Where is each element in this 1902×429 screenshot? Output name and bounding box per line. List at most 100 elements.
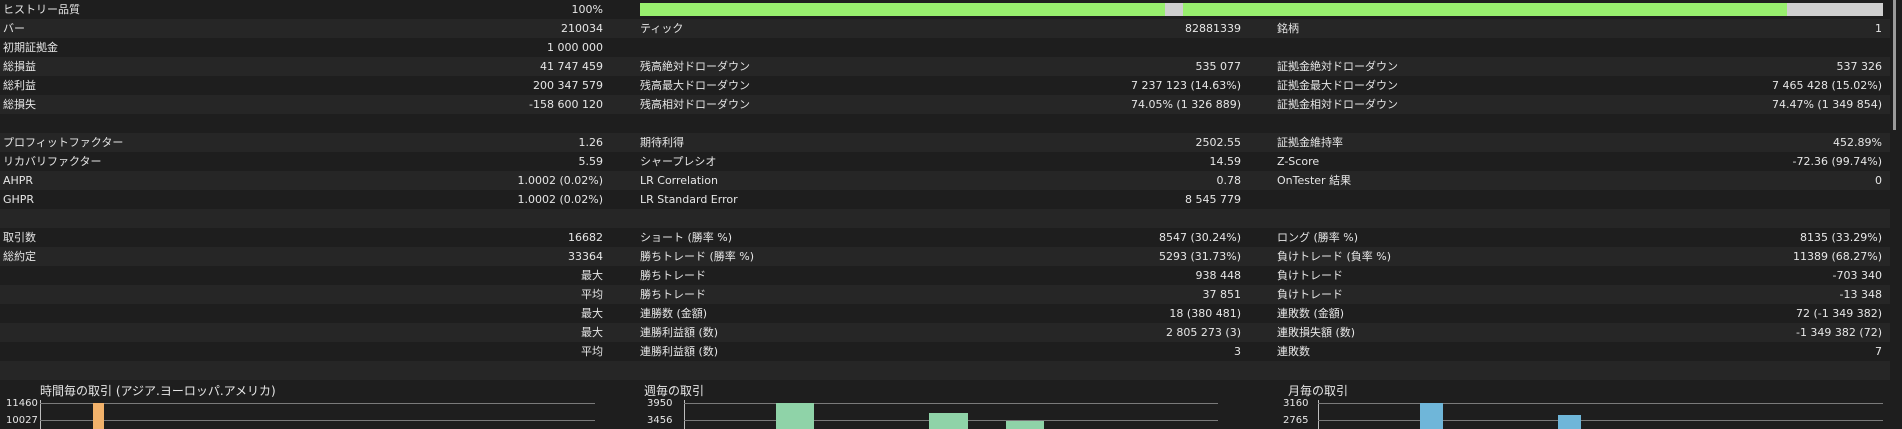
stat-label-2 (640, 38, 1040, 57)
stat-label-2 (640, 361, 1040, 380)
stat-label-1: 取引数 (3, 231, 36, 244)
y-tick: 3950 (647, 398, 673, 409)
stats-row: バー 210034 ティック 82881339 銘柄 1 (0, 19, 1890, 38)
stats-row: AHPR 1.0002 (0.02%) LR Correlation 0.78 OnTe… (0, 171, 1890, 190)
y-tick: 2765 (1283, 415, 1309, 426)
stat-label-2: 連勝利益額 (数) (640, 326, 719, 339)
stat-label-2: 勝ちトレード (勝率 %) (640, 250, 755, 263)
stat-value-2: 2502.55 (1195, 136, 1242, 149)
stat-label-1 (3, 361, 333, 380)
stat-label-1 (3, 323, 333, 342)
stat-label-1: 総約定 (3, 250, 36, 263)
stats-row: 取引数 16682 ショート (勝率 %) 8547 (30.24%) ロング (勝率 … (0, 228, 1890, 247)
stat-value-3: 11389 (68.27%) (1792, 250, 1882, 263)
stat-label-2: 残高最大ドローダウン (640, 79, 750, 92)
stat-label-1: プロフィットファクター (3, 136, 124, 149)
stat-value-2: 14.59 (1209, 155, 1242, 168)
stat-value-1: 平均 (581, 288, 603, 301)
stat-value-1: 5.59 (578, 155, 604, 168)
stats-row: 最大 連勝利益額 (数) 2 805 273 (3) 連敗損失額 (数) -1 349 … (0, 323, 1890, 342)
stat-label-2: ティック (640, 22, 684, 35)
history-quality-label: ヒストリー品質 (3, 3, 80, 16)
stat-label-1 (3, 285, 333, 304)
chart-title: 時間毎の取引 (アジア.ヨーロッパ.アメリカ) (40, 384, 276, 398)
stat-value-2: 2 805 273 (3) (1165, 326, 1241, 339)
history-quality-bar (640, 3, 1883, 16)
stat-value-1: 16682 (568, 231, 603, 244)
stats-row: 初期証拠金 1 000 000 (0, 38, 1890, 57)
stats-row: 平均 勝ちトレード 37 851 負けトレード -13 348 (0, 285, 1890, 304)
stat-label-2: 残高相対ドローダウン (640, 98, 750, 111)
stat-value-3: 8135 (33.29%) (1799, 231, 1882, 244)
stat-value-3: 72 (-1 349 382) (1795, 307, 1882, 320)
stat-value-2: 5293 (31.73%) (1158, 250, 1241, 263)
stat-value-3 (1500, 361, 1882, 380)
stat-label-1 (3, 266, 333, 285)
stat-value-3: 74.47% (1 349 854) (1771, 98, 1882, 111)
stat-value-3: 0 (1875, 174, 1882, 187)
stat-value-2: 938 448 (1195, 269, 1242, 282)
stat-label-2: 期待利得 (640, 136, 684, 149)
stat-value-3: 7 465 428 (15.02%) (1771, 79, 1882, 92)
stats-row: プロフィットファクター 1.26 期待利得 2502.55 証拠金維持率 452.89% (0, 133, 1890, 152)
chart-bar (929, 413, 968, 429)
stat-value-2: 8547 (30.24%) (1158, 231, 1241, 244)
stat-value-3: -13 348 (1839, 288, 1882, 301)
stat-value-2: 0.78 (1216, 174, 1242, 187)
stat-label-1: 総損益 (3, 60, 36, 73)
stats-row: 最大 勝ちトレード 938 448 負けトレード -703 340 (0, 266, 1890, 285)
stat-label-1 (3, 114, 333, 133)
stat-label-2 (640, 114, 1040, 133)
chart-bar (1420, 403, 1443, 429)
stat-label-1 (3, 342, 333, 361)
stat-value-1: 最大 (581, 307, 603, 320)
stat-value-3: 452.89% (1833, 136, 1882, 149)
chart-bar (776, 403, 814, 429)
stat-value-1: 平均 (581, 345, 603, 358)
stat-label-2: 連勝数 (金額) (640, 307, 708, 320)
stat-value-1 (340, 209, 603, 228)
stat-value-2: 37 851 (1202, 288, 1242, 301)
stat-label-1: リカバリファクター (3, 155, 102, 168)
weekly-trades-chart: 週毎の取引 3950 3456 (640, 382, 1220, 429)
stat-value-2: 82881339 (1185, 22, 1241, 35)
stat-value-2 (1000, 114, 1241, 133)
stat-value-3: -1 349 382 (72) (1795, 326, 1882, 339)
stat-value-1: 33364 (568, 250, 603, 263)
stat-value-1: 1 000 000 (547, 41, 603, 54)
stats-row: GHPR 1.0002 (0.02%) LR Standard Error 8 545… (0, 190, 1890, 209)
stat-value-1: 41 747 459 (540, 60, 603, 73)
stat-value-3: 537 326 (1836, 60, 1883, 73)
stat-value-1: 200 347 579 (533, 79, 603, 92)
stats-row (0, 209, 1890, 228)
y-tick: 11460 (6, 398, 38, 409)
stats-row (0, 361, 1890, 380)
stat-value-2 (1000, 38, 1241, 57)
chart-bar (93, 403, 104, 429)
stat-value-1 (340, 114, 603, 133)
stats-row: 総損失 -158 600 120 残高相対ドローダウン 74.05% (1 326 8… (0, 95, 1890, 114)
vertical-scrollbar[interactable] (1893, 0, 1896, 130)
stat-label-1: 総損失 (3, 98, 36, 111)
stat-value-3: -72.36 (99.74%) (1792, 155, 1882, 168)
stat-value-2: 3 (1234, 345, 1241, 358)
stat-value-3 (1500, 209, 1882, 228)
monthly-trades-chart: 月毎の取引 3160 2765 (1278, 382, 1888, 429)
stat-value-3 (1500, 38, 1882, 57)
stat-label-2: ショート (勝率 %) (640, 231, 733, 244)
stat-value-1: 1.0002 (0.02%) (517, 193, 603, 206)
stats-row: リカバリファクター 5.59 シャープレシオ 14.59 Z-Score -72.36 (… (0, 152, 1890, 171)
stat-value-2: 74.05% (1 326 889) (1130, 98, 1241, 111)
stat-value-1: 210034 (561, 22, 603, 35)
stat-label-2: LR Correlation (640, 174, 718, 187)
stats-row: 平均 連勝利益額 (数) 3 連敗数 7 (0, 342, 1890, 361)
stat-value-3 (1500, 114, 1882, 133)
stat-value-3: -703 340 (1832, 269, 1882, 282)
stat-label-1: GHPR (3, 193, 35, 206)
stat-label-1: 総利益 (3, 79, 36, 92)
stat-value-2: 8 545 779 (1185, 193, 1241, 206)
y-tick: 3160 (1283, 398, 1309, 409)
stat-label-2: LR Standard Error (640, 193, 738, 206)
stat-label-2: 勝ちトレード (640, 269, 706, 282)
stat-value-1: -158 600 120 (529, 98, 603, 111)
